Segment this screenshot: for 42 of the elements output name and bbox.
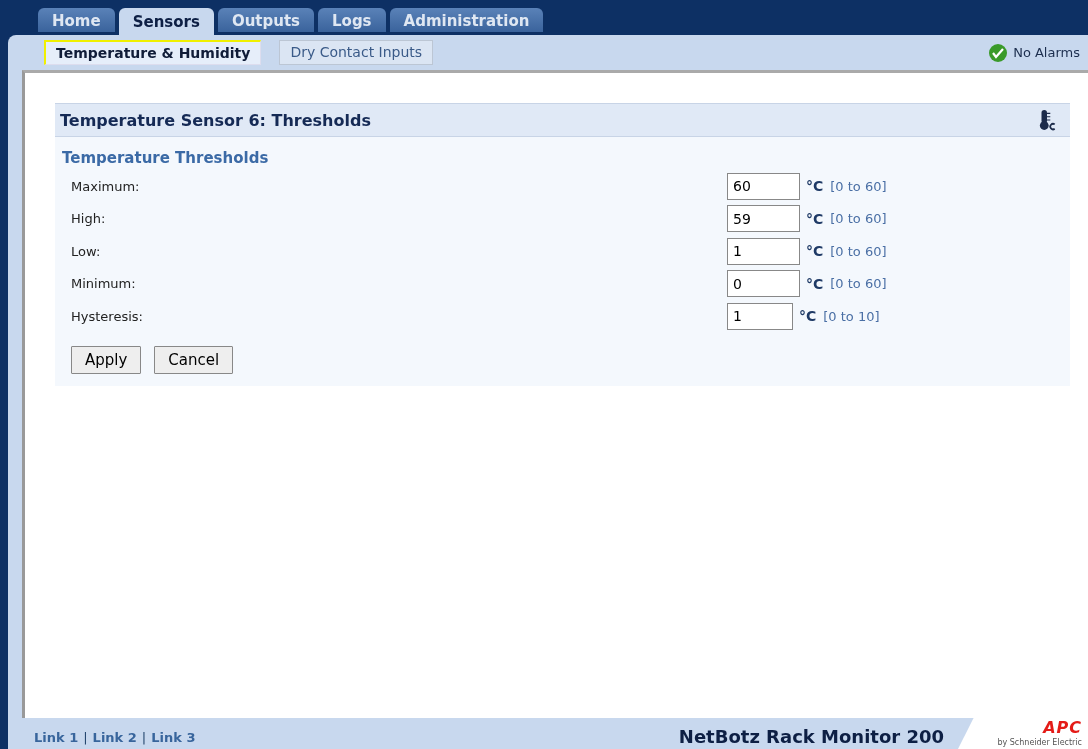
range-hint: [0 to 10] [823, 308, 880, 324]
unit-label: °C [806, 275, 824, 292]
link-separator: | [141, 730, 147, 745]
nav-tab[interactable]: Home [38, 8, 115, 32]
nav-tab[interactable]: Sensors [118, 8, 214, 35]
form-button[interactable]: Cancel [154, 345, 234, 374]
nav-tab[interactable]: Logs [318, 8, 386, 32]
range-hint: [0 to 60] [830, 276, 887, 292]
section-heading: Temperature Thresholds [62, 149, 270, 167]
panel-title: Temperature Sensor 6: Thresholds [60, 110, 371, 130]
form-button[interactable]: Apply [71, 345, 142, 374]
range-hint: [0 to 60] [830, 243, 887, 259]
input-field[interactable]: 0 [727, 270, 800, 298]
unit-label: °C [806, 178, 824, 195]
sub-tab[interactable]: Temperature & Humidity [44, 40, 262, 65]
input-field[interactable]: 60 [727, 172, 800, 200]
sub-tab[interactable]: Dry Contact Inputs [279, 40, 434, 65]
input-field[interactable]: 59 [727, 205, 800, 233]
field-label: High: [70, 211, 107, 227]
footer-link[interactable]: Link 1 [34, 730, 79, 745]
input-field[interactable]: 1 [727, 237, 800, 265]
alarm-status: No Alarms [1013, 45, 1080, 60]
thermometer-icon [1038, 109, 1056, 131]
unit-label: °C [806, 210, 824, 227]
nav-tab[interactable]: Outputs [217, 8, 314, 32]
product-name: NetBotz Rack Monitor 200 [678, 726, 944, 747]
range-hint: [0 to 60] [830, 211, 887, 227]
unit-label: °C [799, 308, 817, 325]
logo: APC [1043, 718, 1082, 738]
check-icon [988, 42, 1009, 63]
footer-link[interactable]: Link 2 [92, 730, 137, 745]
field-label: Hysteresis: [70, 308, 144, 324]
range-hint: [0 to 60] [830, 178, 887, 194]
link-separator: | [83, 730, 88, 745]
nav-tab[interactable]: Administration [389, 8, 544, 32]
unit-label: °C [806, 243, 824, 260]
field-label: Minimum: [70, 276, 137, 292]
field-label: Low: [70, 243, 102, 259]
footer-link[interactable]: Link 3 [151, 730, 196, 745]
input-field[interactable]: 1 [727, 302, 793, 330]
logo-tagline: by Schneider Electric [997, 738, 1082, 748]
field-label: Maximum: [70, 178, 141, 194]
